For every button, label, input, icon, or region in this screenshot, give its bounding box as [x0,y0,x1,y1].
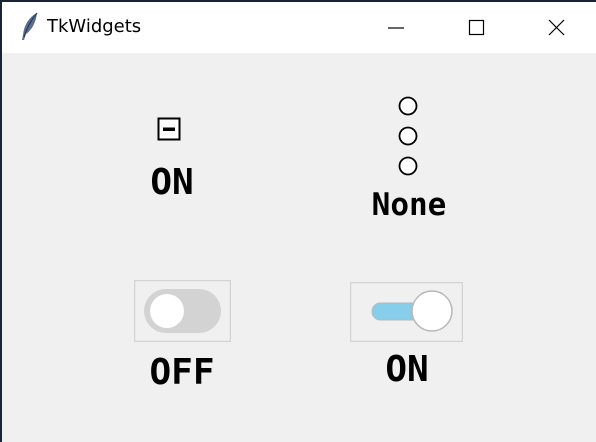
maximize-icon [468,19,485,36]
switch-thumb[interactable] [150,294,184,328]
radio-unselected-icon [398,126,418,146]
radio-button-3[interactable] [398,156,418,176]
toggle-switch-off[interactable] [133,279,232,343]
radio-unselected-icon [398,96,418,116]
window-title: TkWidgets [47,16,142,37]
radio-button-2[interactable] [398,126,418,146]
switch-1-state-label: OFF [149,352,215,393]
maximize-button[interactable] [452,2,498,53]
radio-unselected-icon [398,156,418,176]
switch-2-state-label: ON [385,349,429,390]
minimize-icon [388,27,404,29]
title-bar[interactable]: TkWidgets [2,2,596,53]
switch-thumb[interactable] [411,290,453,332]
close-icon [548,19,565,36]
checkbox-indeterminate-icon [157,117,181,141]
toggle-switch-on[interactable] [349,281,464,343]
app-window: TkWidgets ON None OFF ON [2,2,596,442]
minimize-button[interactable] [371,2,417,53]
radio-state-label: None [371,187,447,223]
radio-button-1[interactable] [398,96,418,116]
close-button[interactable] [533,2,579,53]
feather-icon [18,12,40,42]
indeterminate-checkbox[interactable] [157,117,181,141]
checkbox-state-label: ON [150,162,194,203]
